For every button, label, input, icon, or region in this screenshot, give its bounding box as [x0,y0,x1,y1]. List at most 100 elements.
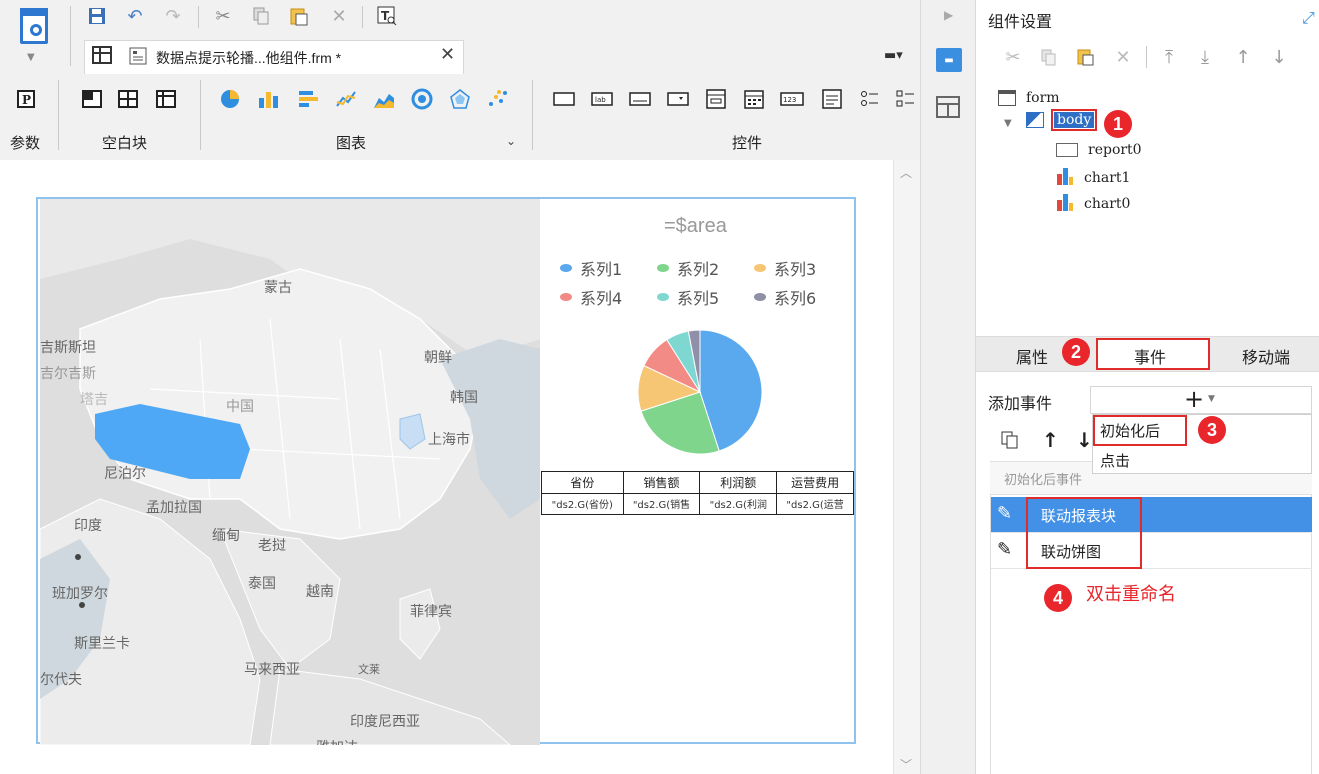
legend-item[interactable]: 系列1 [560,256,622,280]
close-tab-icon[interactable]: ✕ [440,44,455,65]
scroll-down-icon[interactable]: ﹀ [900,756,912,773]
legend-item[interactable]: 系列6 [754,285,816,309]
textarea-widget-icon[interactable] [820,88,844,110]
svg-text:P: P [22,93,31,107]
button-widget-icon[interactable] [552,88,576,110]
form-file-icon [128,46,148,70]
redo-icon[interactable]: ↷ [160,4,186,28]
move-bottom-icon[interactable]: ⤓ [1192,44,1218,70]
pie-chart-icon[interactable] [218,88,242,110]
tree-widget-icon[interactable] [704,88,728,110]
expand-panel-icon[interactable]: ⤢ [1302,8,1315,28]
scroll-up-icon[interactable]: ︿ [900,164,912,181]
table-header-cell[interactable]: 运营费用 [776,471,854,494]
app-logo-icon[interactable] [14,6,54,50]
move-top-icon[interactable]: ⤒ [1156,44,1182,70]
legend-item[interactable]: 系列3 [754,256,816,280]
date-widget-icon[interactable] [742,88,766,110]
label-widget-icon[interactable]: lab [590,88,614,110]
tree-node-body[interactable]: body [1026,109,1098,131]
layout-dock-button[interactable] [936,96,960,118]
tree-node-label: body [1050,109,1098,131]
legend-item[interactable]: 系列5 [657,285,719,309]
chart-group-expand-icon[interactable]: ⌄ [506,134,516,148]
save-icon[interactable] [84,4,110,28]
tab-menu-icon[interactable]: ▬▾ [884,48,903,63]
table-cell[interactable]: "ds2.G(运营 [776,492,854,515]
radio-group-widget-icon[interactable] [858,88,882,110]
cut-icon[interactable]: ✂ [1000,44,1026,70]
edit-pencil-icon[interactable]: ✎ [997,503,1012,524]
gauge-chart-icon[interactable] [410,88,434,110]
move-up-icon[interactable]: ↑ [1230,44,1256,70]
tree-node-report0[interactable]: report0 [1056,142,1142,158]
caret-down-icon[interactable]: ▼ [1208,394,1215,404]
paste-icon[interactable] [1072,44,1098,70]
edit-pencil-icon[interactable]: ✎ [997,539,1012,560]
tab-mobile[interactable]: 移动端 [1242,344,1290,368]
find-text-icon[interactable]: T [374,4,400,28]
legend-item[interactable]: 系列4 [560,285,622,309]
canvas-scrollbar[interactable] [893,160,920,774]
toolbar-divider [1146,46,1147,68]
copy-event-icon[interactable] [1000,430,1020,454]
tree-node-chart1[interactable]: chart1 [1056,166,1130,190]
logo-dropdown-icon[interactable]: ▼ [27,52,35,63]
delete-icon[interactable]: ✕ [326,4,352,28]
number-widget-icon[interactable]: 123 [780,88,804,110]
collapse-arrow-icon[interactable]: ▶ [944,8,953,22]
move-down-icon[interactable]: ↓ [1266,44,1292,70]
menu-item-click[interactable]: 点击 [1100,450,1130,471]
area-chart-icon[interactable] [372,88,396,110]
grid-layout-icon[interactable] [92,46,112,69]
copy-icon[interactable] [1036,44,1062,70]
table-cell[interactable]: "ds2.G(销售 [622,492,701,515]
checkbox-group-widget-icon[interactable] [894,88,918,110]
radar-chart-icon[interactable] [448,88,472,110]
table-header-cell[interactable]: 省份 [541,471,624,494]
dropdown-highlight [1093,415,1187,446]
parameter-icon[interactable]: P [14,88,38,110]
textbox-widget-icon[interactable] [628,88,652,110]
table-cell[interactable]: "ds2.G(省份) [541,492,624,515]
move-event-down-icon[interactable]: ↓ [1076,428,1093,452]
map-label: 马来西亚 [244,662,300,678]
undo-icon[interactable]: ↶ [122,4,148,28]
tree-expand-icon[interactable]: ▼ [1004,118,1012,129]
chart1-map-widget[interactable]: 蒙古 吉斯斯坦 吉尔吉斯 塔吉 中国 朝鲜 韩国 上海市 尼泊尔 孟加拉国 印度… [40,199,540,745]
delete-icon[interactable]: ✕ [1110,44,1136,70]
pie-chart[interactable] [630,322,770,462]
split-block-icon[interactable] [154,88,178,110]
tab-events[interactable]: 事件 [1134,344,1166,368]
move-event-up-icon[interactable]: ↑ [1042,428,1059,452]
component-settings-dock-button[interactable]: ▬ [936,48,962,72]
legend-swatch [754,264,766,272]
absolute-block-icon[interactable] [80,88,104,110]
table-header-cell[interactable]: 利润额 [699,471,778,494]
plus-icon[interactable]: + [1184,386,1204,412]
tree-node-label: chart1 [1084,170,1131,186]
cut-icon[interactable]: ✂ [210,4,236,28]
tab-block-icon[interactable] [116,88,140,110]
tree-node-chart0[interactable]: chart0 [1056,192,1130,216]
legend-label: 系列6 [774,289,817,308]
legend-swatch [657,293,669,301]
tree-node-label: chart0 [1084,196,1131,212]
tree-node-form[interactable]: form [998,90,1060,106]
report0-table[interactable]: 省份 销售额 利润额 运营费用 "ds2.G(省份) "ds2.G(销售 "ds… [541,471,854,515]
dropdown-widget-icon[interactable] [666,88,690,110]
horizontal-bar-icon[interactable] [296,88,320,110]
step-badge: 3 [1198,416,1226,444]
paste-icon[interactable] [286,4,312,28]
table-cell[interactable]: "ds2.G(利润 [699,492,778,515]
tab-attributes[interactable]: 属性 [1016,344,1048,368]
table-header-cell[interactable]: 销售额 [622,471,701,494]
group-label-widget: 控件 [732,134,763,152]
line-chart-icon[interactable] [334,88,358,110]
bar-chart-icon[interactable] [256,88,280,110]
legend-label: 系列1 [580,260,623,279]
scatter-chart-icon[interactable] [486,88,510,110]
event-list-header-label: 初始化后事件 [1004,473,1083,488]
legend-item[interactable]: 系列2 [657,256,719,280]
copy-icon[interactable] [248,4,274,28]
